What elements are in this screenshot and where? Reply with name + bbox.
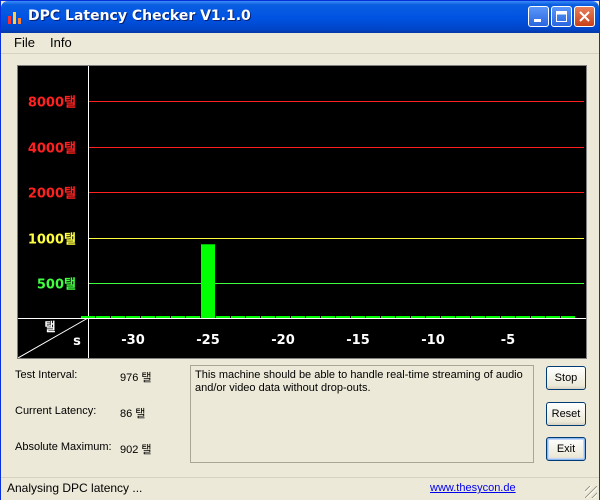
latency-bar <box>171 316 185 318</box>
y-axis-label: 2000탤 <box>28 187 76 202</box>
latency-bar <box>396 316 410 318</box>
latency-bar <box>366 316 380 318</box>
latency-bar <box>276 316 290 318</box>
latency-bar <box>156 316 170 318</box>
latency-bar <box>261 316 275 318</box>
y-axis-label: 4000탤 <box>28 142 76 157</box>
latency-bar <box>96 316 110 318</box>
latency-graph: 500탤1000탤2000탤4000탤8000탤16000탤탤s-30-25-2… <box>17 65 587 359</box>
maximize-icon <box>556 11 567 22</box>
latency-bar <box>216 316 230 318</box>
test-interval-value: 976 탤 <box>120 372 152 384</box>
app-bar-chart-icon <box>8 12 21 24</box>
close-window-button[interactable] <box>574 6 595 27</box>
window-title: DPC Latency Checker V1.1.0 <box>28 8 251 24</box>
latency-bar <box>531 316 545 318</box>
stop-button[interactable]: Stop <box>546 366 586 390</box>
status-message-box: This machine should be able to handle re… <box>190 365 534 463</box>
latency-bar <box>291 316 305 318</box>
x-tick-label: -15 <box>346 333 370 348</box>
minimize-button[interactable] <box>528 6 549 27</box>
maximize-button[interactable] <box>551 6 572 27</box>
latency-bar <box>381 316 395 318</box>
x-tick-label: -30 <box>121 333 145 348</box>
latency-bar <box>126 316 140 318</box>
latency-bar <box>81 316 95 318</box>
x-tick-label: -10 <box>421 333 445 348</box>
status-bar: Analysing DPC latency ... www.thesycon.d… <box>1 477 599 500</box>
latency-bar <box>231 316 245 318</box>
latency-bar <box>336 316 350 318</box>
title-bar[interactable]: DPC Latency Checker V1.1.0 <box>1 1 599 33</box>
latency-bar <box>186 316 200 318</box>
absolute-maximum-value: 902 탤 <box>120 444 152 456</box>
reset-button[interactable]: Reset <box>546 402 586 426</box>
latency-bar <box>426 316 440 318</box>
latency-bar <box>351 316 365 318</box>
y-axis-label: 500탤 <box>37 278 76 293</box>
latency-bar <box>306 316 320 318</box>
latency-bar <box>246 316 260 318</box>
latency-bar <box>456 316 470 318</box>
latency-bar <box>111 316 125 318</box>
latency-graph-canvas: 500탤1000탤2000탤4000탤8000탤16000탤탤s-30-25-2… <box>18 66 586 358</box>
latency-bar <box>411 316 425 318</box>
close-icon <box>579 11 590 22</box>
corner-seconds-label: s <box>73 334 81 349</box>
latency-bar <box>141 316 155 318</box>
latency-bar <box>471 316 485 318</box>
status-text: Analysing DPC latency ... <box>7 481 143 495</box>
menu-info[interactable]: Info <box>50 35 72 50</box>
latency-bar <box>501 316 515 318</box>
latency-bar <box>516 316 530 318</box>
corner-unit-label: 탤 <box>44 320 55 334</box>
minimize-icon <box>534 19 541 22</box>
menu-bar: File Info <box>1 33 599 54</box>
current-latency-value: 86 탤 <box>120 408 146 420</box>
x-tick-label: -20 <box>271 333 295 348</box>
website-link[interactable]: www.thesycon.de <box>430 482 516 494</box>
latency-bar <box>441 316 455 318</box>
y-axis-label: 1000탤 <box>28 233 76 248</box>
latency-bar <box>201 244 215 318</box>
main-window: DPC Latency Checker V1.1.0 File Info 500… <box>0 0 600 500</box>
latency-bar <box>486 316 500 318</box>
resize-grip-icon[interactable] <box>585 486 597 498</box>
latency-bar <box>561 316 575 318</box>
latency-bar <box>546 316 560 318</box>
x-tick-label: -25 <box>196 333 220 348</box>
exit-button[interactable]: Exit <box>546 437 586 461</box>
menu-file[interactable]: File <box>14 35 35 50</box>
latency-bar <box>321 316 335 318</box>
x-tick-label: -5 <box>501 333 515 348</box>
y-axis-label: 8000탤 <box>28 96 76 111</box>
